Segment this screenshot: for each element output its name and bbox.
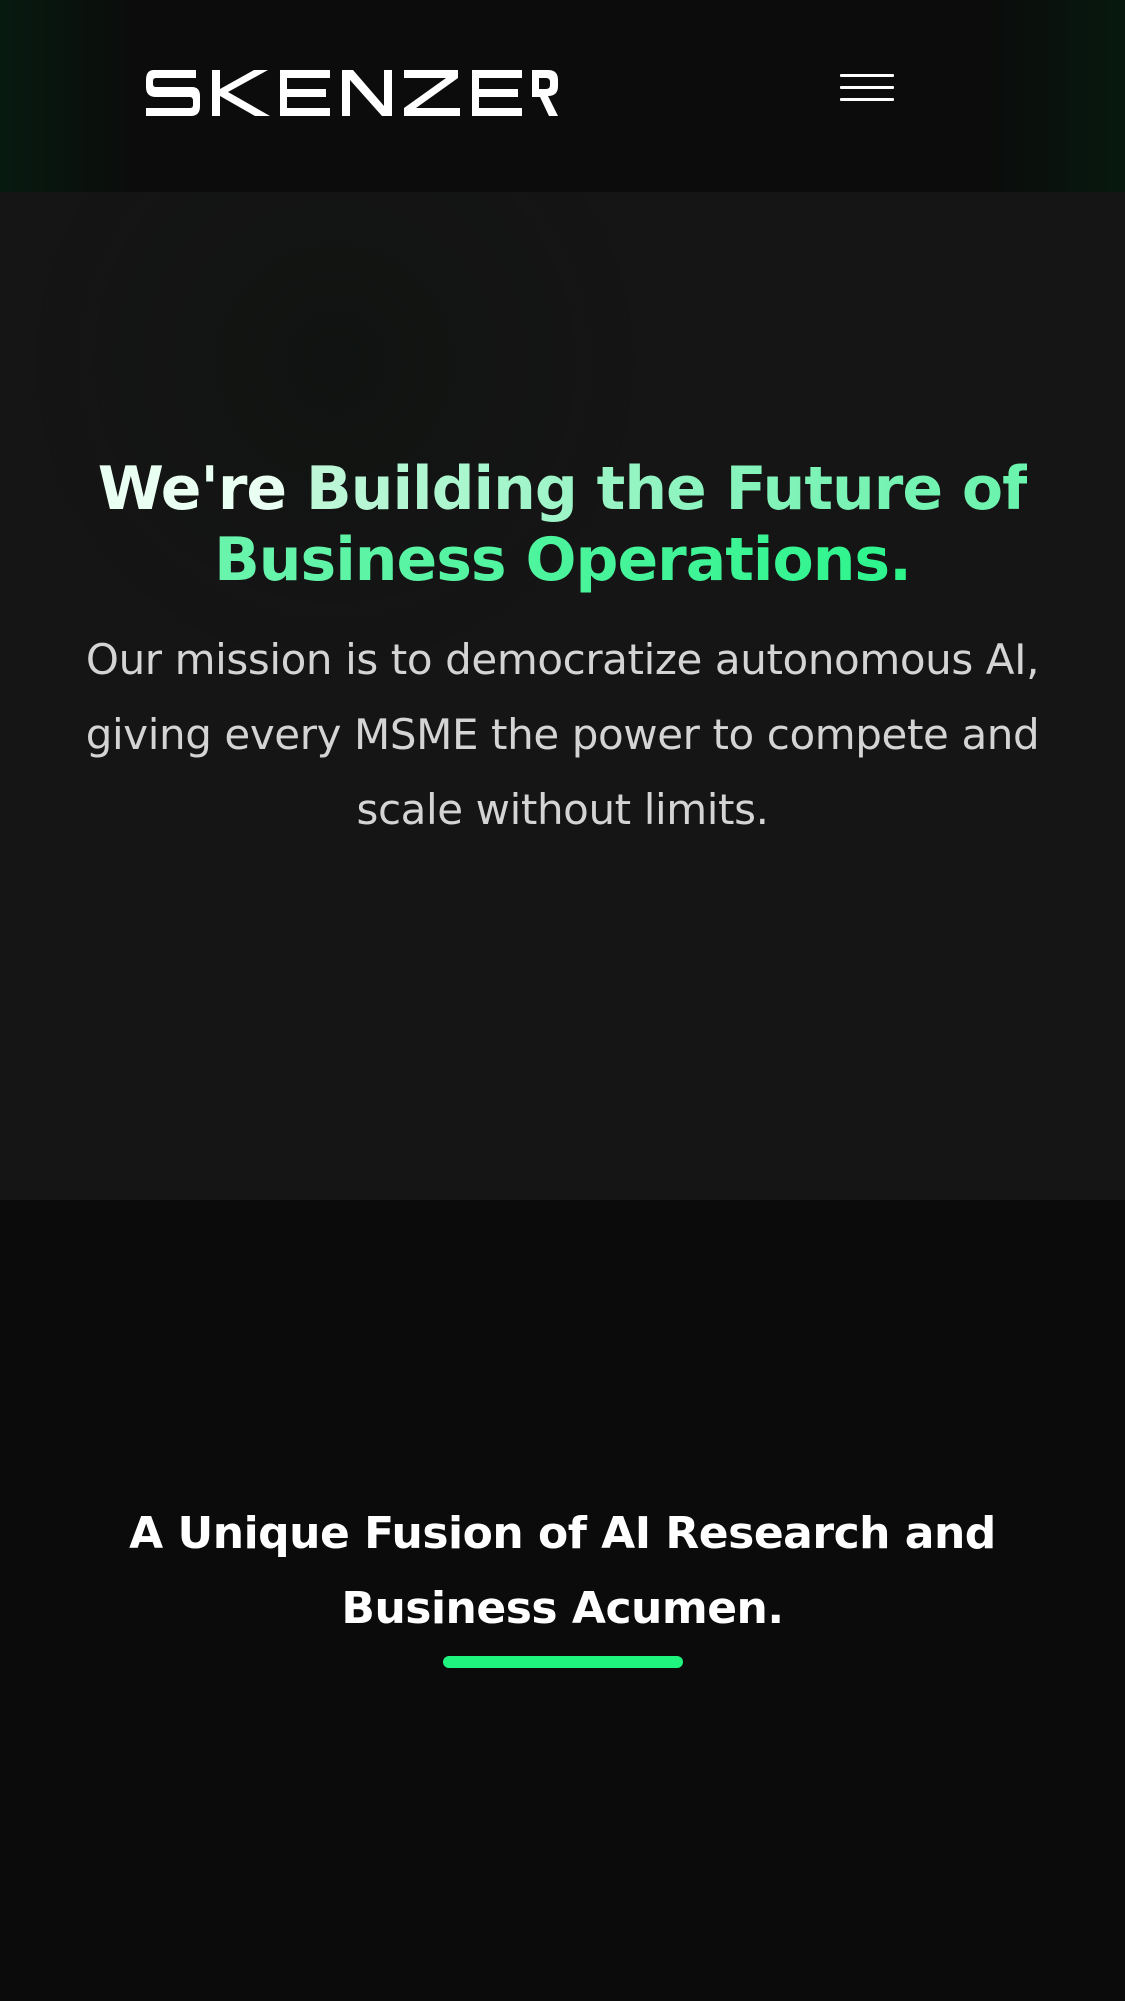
menu-line-bottom: [840, 98, 894, 101]
fusion-title: A Unique Fusion of AI Research and Busin…: [129, 1508, 996, 1634]
hero-title-lead: We're: [97, 454, 307, 524]
title-underline-accent: [443, 1656, 683, 1668]
skenzer-logo[interactable]: [146, 70, 558, 116]
fusion-section: A Unique Fusion of AI Research and Busin…: [0, 1200, 1125, 2001]
hero-section: We're Building the Future of Business Op…: [0, 192, 1125, 1200]
hamburger-menu-icon[interactable]: [838, 72, 896, 106]
menu-line-middle: [840, 86, 894, 89]
menu-line-top: [840, 74, 894, 77]
hero-subtitle: Our mission is to democratize autonomous…: [85, 635, 1040, 834]
hero-title-accent: Building the Future of Business Operatio…: [214, 454, 1028, 595]
skenzer-wordmark: [146, 70, 558, 116]
hero-title: We're Building the Future of Business Op…: [40, 454, 1085, 596]
site-header: [0, 0, 1125, 192]
